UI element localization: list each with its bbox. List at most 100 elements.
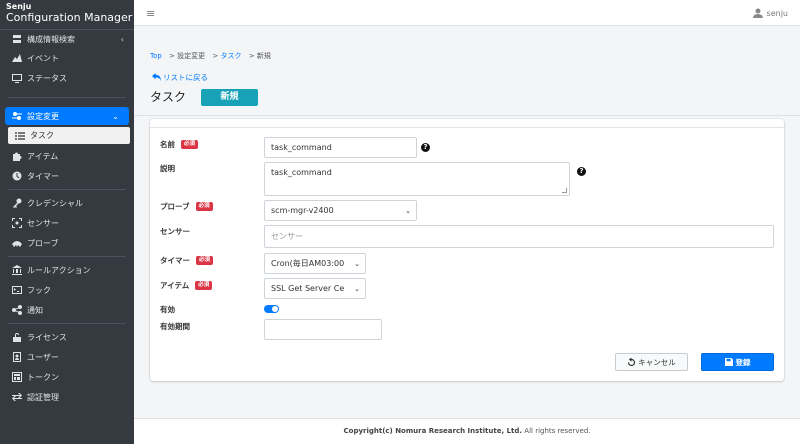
enabled-label: 有効 xyxy=(160,304,175,315)
sidebar-item-status[interactable]: ステータス xyxy=(0,69,134,87)
required-badge: 必須 xyxy=(195,281,213,290)
form-card xyxy=(150,119,784,381)
probe-icon xyxy=(11,238,22,249)
sidebar-item-label: フック xyxy=(27,285,51,295)
probe-select[interactable]: scm-mgr-v2400 ⌄ xyxy=(264,200,417,221)
sidebar-item-rule-action[interactable]: ルールアクション xyxy=(0,261,134,279)
token-icon xyxy=(11,372,22,383)
sidebar-item-label: タスク xyxy=(30,131,54,140)
monitor-icon xyxy=(11,73,22,84)
top-bar: ≡ senju xyxy=(134,0,800,26)
sidebar-item-auth[interactable]: 認証管理 xyxy=(0,388,134,406)
breadcrumb-task[interactable]: タスク xyxy=(221,52,242,60)
back-to-list-link[interactable]: リストに戻る xyxy=(152,72,208,83)
description-textarea[interactable]: task_command xyxy=(264,162,570,196)
name-input[interactable]: task_command xyxy=(264,137,417,158)
sidebar-item-label: 構成情報検索 xyxy=(27,34,75,44)
sidebar-divider xyxy=(8,323,126,324)
required-badge: 必須 xyxy=(181,140,199,149)
save-button-label: 登録 xyxy=(735,357,751,367)
username: senju xyxy=(766,8,788,18)
new-badge: 新規 xyxy=(201,89,258,106)
puzzle-icon xyxy=(11,151,22,162)
brand-line2: Configuration Manager xyxy=(6,11,133,24)
sidebar-item-credential[interactable]: クレデンシャル xyxy=(0,194,134,212)
sidebar-item-label: タイマー xyxy=(27,171,59,181)
sensor-input[interactable]: センサー xyxy=(264,225,774,248)
description-label-text: 説明 xyxy=(160,164,175,173)
sidebar-item-label: イベント xyxy=(27,53,59,63)
breadcrumb: Top > 設定変更 > タスク > 新規 xyxy=(150,51,271,61)
cancel-button-label: キャンセル xyxy=(638,357,676,367)
breadcrumb-top[interactable]: Top xyxy=(150,52,162,60)
timer-select[interactable]: Cron(毎日AM03:00 ⌄ xyxy=(264,253,366,274)
user-icon xyxy=(752,8,763,18)
chevron-down-icon: ⌄ xyxy=(354,284,360,293)
sidebar-item-license[interactable]: ライセンス xyxy=(0,328,134,346)
list-icon xyxy=(14,130,25,141)
user-menu[interactable]: senju xyxy=(752,8,788,18)
sidebar-item-user[interactable]: ユーザー xyxy=(0,348,134,366)
required-badge: 必須 xyxy=(196,256,214,265)
probe-label-text: プローブ xyxy=(160,202,190,211)
sidebar-item-label: トークン xyxy=(27,372,59,382)
timer-select-value: Cron(毎日AM03:00 xyxy=(271,259,345,268)
sidebar-item-label: 設定変更 xyxy=(27,111,59,121)
enabled-toggle[interactable] xyxy=(264,305,279,313)
sidebar-item-hook[interactable]: フック xyxy=(0,281,134,299)
exchange-icon xyxy=(11,392,22,403)
sidebar-item-settings[interactable]: 設定変更 ⌄ xyxy=(5,107,129,125)
required-badge: 必須 xyxy=(195,202,213,211)
sidebar-item-timer[interactable]: タイマー xyxy=(0,167,134,185)
sidebar-item-token[interactable]: トークン xyxy=(0,368,134,386)
probe-label: プローブ 必須 xyxy=(160,201,213,212)
sidebar-item-label: ステータス xyxy=(27,73,67,83)
sidebar-item-event[interactable]: イベント xyxy=(0,49,134,67)
lock-open-icon xyxy=(11,332,22,343)
cancel-button[interactable]: キャンセル xyxy=(615,353,688,371)
chevron-down-icon: ⌄ xyxy=(405,206,411,215)
chart-area-icon xyxy=(11,53,22,64)
clock-icon xyxy=(11,171,22,182)
sidebar-item-task[interactable]: タスク xyxy=(8,127,130,144)
sidebar-item-label: クレデンシャル xyxy=(27,198,83,208)
chevron-left-icon: ‹ xyxy=(120,34,124,44)
sidebar-item-label: プローブ xyxy=(27,238,59,248)
key-icon xyxy=(11,198,22,209)
item-label: アイテム 必須 xyxy=(160,280,213,291)
sidebar-item-sensor[interactable]: センサー xyxy=(0,214,134,232)
breadcrumb-separator: > xyxy=(212,52,219,60)
description-label: 説明 xyxy=(160,163,175,174)
help-icon[interactable]: ? xyxy=(421,143,430,152)
terminal-icon xyxy=(11,285,22,296)
sidebar-item-notify[interactable]: 通知 xyxy=(0,301,134,319)
chevron-down-icon: ⌄ xyxy=(112,111,119,121)
sidebar-item-config-search[interactable]: 構成情報検索 ‹ xyxy=(0,30,134,48)
resize-handle-icon[interactable] xyxy=(562,188,567,193)
sensor-label-text: センサー xyxy=(160,227,190,236)
footer-rights: All rights reserved. xyxy=(524,427,591,435)
scan-icon xyxy=(11,218,22,229)
sidebar-item-label: 認証管理 xyxy=(27,392,59,402)
bank-icon xyxy=(11,265,22,276)
sidebar-item-item[interactable]: アイテム xyxy=(0,147,134,165)
timer-label: タイマー 必須 xyxy=(160,255,214,266)
item-label-text: アイテム xyxy=(160,281,190,290)
help-icon[interactable]: ? xyxy=(577,167,586,176)
breadcrumb-separator: > xyxy=(169,52,175,60)
sidebar: Senju Configuration Manager 構成情報検索 ‹ イベン… xyxy=(0,0,134,444)
sidebar-item-label: センサー xyxy=(27,218,59,228)
enabled-label-text: 有効 xyxy=(160,305,175,314)
save-button[interactable]: 登録 xyxy=(701,353,774,371)
validity-input[interactable] xyxy=(264,319,382,340)
sliders-icon xyxy=(11,111,22,122)
brand-line1: Senju xyxy=(6,2,32,11)
chevron-down-icon: ⌄ xyxy=(354,259,360,268)
server-icon xyxy=(11,34,22,45)
sidebar-item-probe[interactable]: プローブ xyxy=(0,234,134,252)
brand-logo[interactable]: Senju Configuration Manager xyxy=(0,0,134,30)
share-icon xyxy=(11,305,22,316)
item-select[interactable]: SSL Get Server Ce ⌄ xyxy=(264,278,366,299)
hamburger-menu-icon[interactable]: ≡ xyxy=(146,7,155,20)
back-link-label: リストに戻る xyxy=(163,73,208,82)
